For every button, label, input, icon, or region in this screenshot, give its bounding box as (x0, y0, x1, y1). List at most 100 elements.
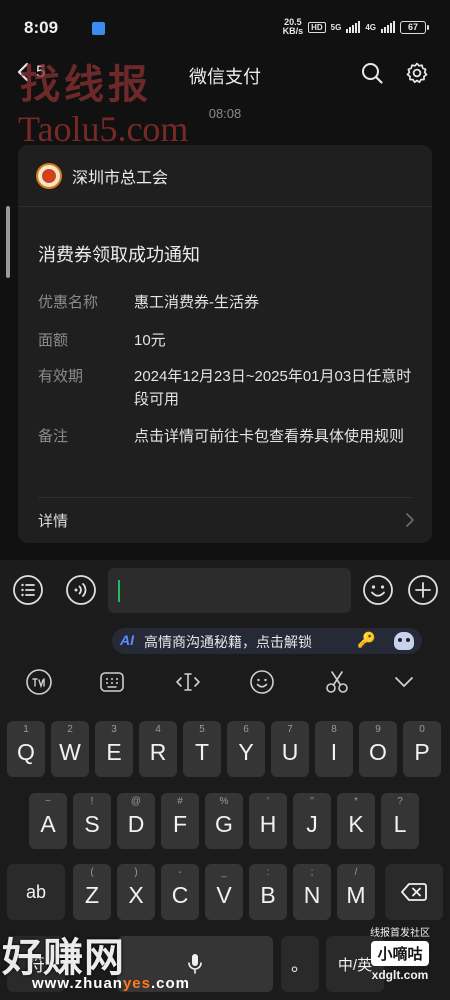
key-g[interactable]: % G (205, 793, 243, 849)
key-sub-label: ? (397, 796, 403, 807)
key-sub-label: ) (134, 867, 138, 878)
key-sub-label: @ (130, 796, 142, 807)
search-icon[interactable] (360, 61, 384, 85)
key-sub-label: 4 (155, 724, 161, 735)
key-m[interactable]: / M (337, 864, 375, 920)
row-key: 备注 (38, 428, 69, 445)
message-input[interactable] (108, 568, 351, 613)
key-x[interactable]: ) X (117, 864, 155, 920)
key-ab[interactable]: ab (7, 864, 65, 920)
row-key: 优惠名称 (38, 294, 99, 311)
key-sub-label: 6 (243, 724, 249, 735)
key-label: G (215, 811, 233, 837)
key-i[interactable]: 8I (315, 721, 353, 777)
key-o[interactable]: 9O (359, 721, 397, 777)
message-input-bar (0, 560, 450, 622)
row-value: 10元 (134, 332, 166, 349)
key-sub-label: 3 (111, 724, 117, 735)
emoji-icon[interactable] (362, 574, 394, 606)
key-d[interactable]: @ D (117, 793, 155, 849)
key-label: N (303, 882, 321, 908)
input-mode-icon[interactable] (25, 668, 53, 696)
gear-icon[interactable] (405, 61, 429, 85)
key-b[interactable]: :B (249, 864, 287, 920)
key-k[interactable]: * K (337, 793, 375, 849)
key-a[interactable]: ~ A (29, 793, 67, 849)
key-p[interactable]: 0P (403, 721, 441, 777)
key-label: B (260, 882, 276, 908)
notification-card[interactable]: 深圳市总工会 消费券领取成功通知 优惠名称 惠工消费券-生活券 面额 10元 有… (18, 145, 432, 543)
watermark-zhuanyes-url: www.zhuanyes.com (32, 975, 190, 992)
watermark-url-suffix: .com (150, 975, 190, 992)
menu-list-icon[interactable] (12, 574, 44, 606)
card-row-remark: 备注 点击详情可前往卡包查看券具体使用规则 (38, 425, 418, 448)
message-timestamp: 08:08 (208, 106, 242, 121)
key-h[interactable]: ' H (249, 793, 287, 849)
key-sub-label: # (177, 796, 183, 807)
key-t[interactable]: 5T (183, 721, 221, 777)
status-indicators: 20.5 KB/s HD 5G 4G 67 (282, 18, 429, 36)
chevron-right-icon (406, 513, 414, 527)
key-sub-label: ; (310, 867, 314, 878)
key-z[interactable]: (Z (73, 864, 111, 920)
emoji-keyboard-icon[interactable] (248, 668, 276, 696)
key-n[interactable]: ; N (293, 864, 331, 920)
key-label: C (171, 882, 189, 908)
key-label: I (330, 739, 338, 765)
key-j[interactable]: " J (293, 793, 331, 849)
key-sub-label: ! (90, 796, 94, 807)
key-sub-label: 7 (287, 724, 293, 735)
key-label: M (346, 882, 366, 908)
key-sub-label: 0 (419, 724, 425, 735)
row-value: 2024年12月23日~2025年01月03日任意时段可用 (134, 368, 412, 408)
key-q[interactable]: 1Q (7, 721, 45, 777)
watermark-corner-brand: 小嘀咕 (371, 941, 429, 966)
key-r[interactable]: 4R (139, 721, 177, 777)
ai-tag: AI (120, 632, 134, 648)
key-y[interactable]: 6Y (227, 721, 265, 777)
details-label: 详情 (38, 513, 69, 530)
ai-banner[interactable]: AI 高情商沟通秘籍，点击解锁 🔑 (112, 628, 422, 654)
network-speed-unit: KB/s (282, 26, 304, 36)
key-c[interactable]: -C (161, 864, 199, 920)
key-label: H (259, 811, 277, 837)
watermark-url-prefix: www.zhuan (32, 975, 123, 992)
scroll-indicator[interactable] (6, 206, 10, 278)
scissors-icon[interactable] (323, 668, 351, 696)
key-label: Z (84, 882, 100, 908)
signal-5g-icon (346, 21, 361, 33)
key-sub-label: ~ (45, 796, 51, 807)
row-value: 点击详情可前往卡包查看券具体使用规则 (134, 428, 405, 445)
row-key: 面额 (38, 332, 69, 349)
key-label: O (369, 739, 387, 765)
details-link[interactable]: 详情 (18, 498, 432, 543)
key-e[interactable]: 3E (95, 721, 133, 777)
hd-badge: HD (308, 21, 326, 33)
keyboard-layout-icon[interactable] (98, 668, 126, 696)
cursor-move-icon[interactable] (174, 668, 202, 696)
card-header[interactable]: 深圳市总工会 (18, 145, 432, 207)
key-label: E (106, 739, 122, 765)
row-value: 惠工消费券-生活券 (134, 294, 259, 311)
key-sub-label: % (219, 796, 229, 807)
watermark-corner-title: 线报首发社区 (370, 928, 430, 939)
key-v[interactable]: _ V (205, 864, 243, 920)
plus-icon[interactable] (407, 574, 439, 606)
ai-mascot-icon[interactable] (394, 632, 414, 650)
key-w[interactable]: 2W (51, 721, 89, 777)
chevron-down-icon[interactable] (390, 668, 418, 696)
card-title: 消费券领取成功通知 (38, 245, 200, 265)
key-f[interactable]: # F (161, 793, 199, 849)
key-label: S (84, 811, 100, 837)
watermark-url-highlight: yes (122, 975, 151, 992)
watermark-xiaodigu: 线报首发社区 小嘀咕 xdglt.com (355, 924, 445, 982)
notification-icon (92, 22, 105, 35)
watermark-corner-url: xdglt.com (371, 968, 429, 982)
backspace-key[interactable] (385, 864, 443, 920)
period-key[interactable]: 。 (281, 936, 319, 992)
key-u[interactable]: 7U (271, 721, 309, 777)
voice-icon[interactable] (65, 574, 97, 606)
org-name: 深圳市总工会 (72, 169, 169, 187)
key-s[interactable]: ! S (73, 793, 111, 849)
key-l[interactable]: ? L (381, 793, 419, 849)
